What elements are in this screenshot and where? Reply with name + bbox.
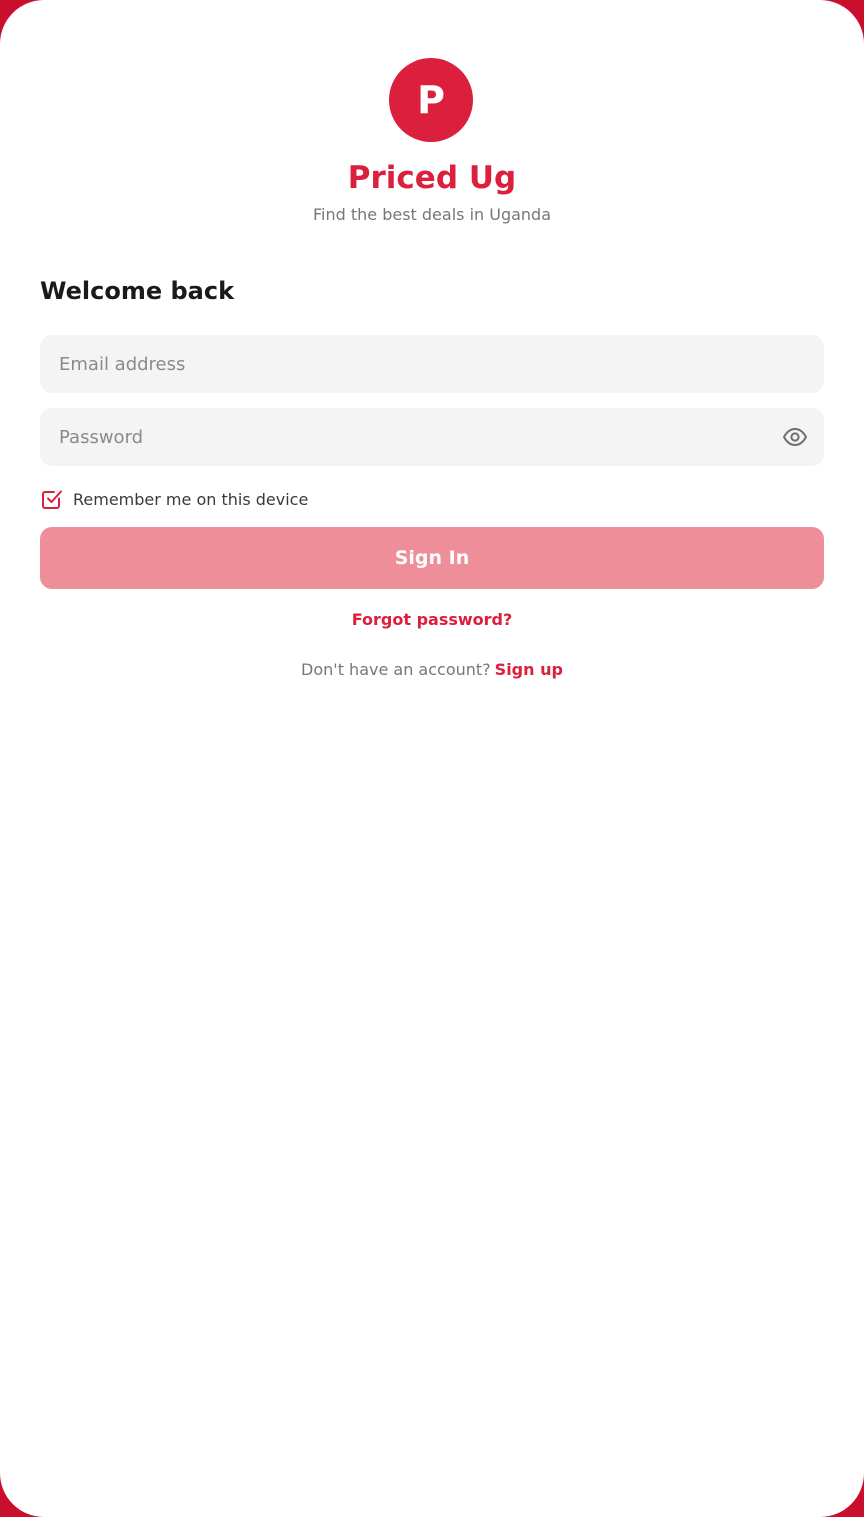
sign-in-button[interactable]: Sign In [40, 527, 824, 589]
app-logo: P [389, 58, 473, 142]
forgot-password-row: Forgot password? [0, 608, 864, 632]
password-field[interactable] [40, 408, 824, 466]
app-name: Priced Ug [347, 160, 517, 196]
remember-me-label: Remember me on this device [73, 489, 309, 509]
signup-row: Don't have an account? Sign up [0, 658, 864, 682]
signup-prompt: Don't have an account? [301, 660, 491, 679]
email-field[interactable] [40, 335, 824, 393]
page-title: Welcome back [40, 277, 235, 305]
logo-letter: P [417, 78, 445, 122]
eye-icon[interactable] [782, 425, 808, 449]
checkbox-checked-icon[interactable] [40, 487, 64, 511]
sign-up-link[interactable]: Sign up [495, 660, 563, 679]
email-field-container [40, 335, 824, 393]
remember-me-toggle[interactable]: Remember me on this device [40, 487, 308, 511]
forgot-password-link[interactable]: Forgot password? [352, 610, 513, 629]
password-field-container [40, 408, 824, 466]
login-screen: P Priced Ug Find the best deals in Ugand… [0, 0, 864, 1517]
app-tagline: Find the best deals in Uganda [312, 205, 552, 224]
